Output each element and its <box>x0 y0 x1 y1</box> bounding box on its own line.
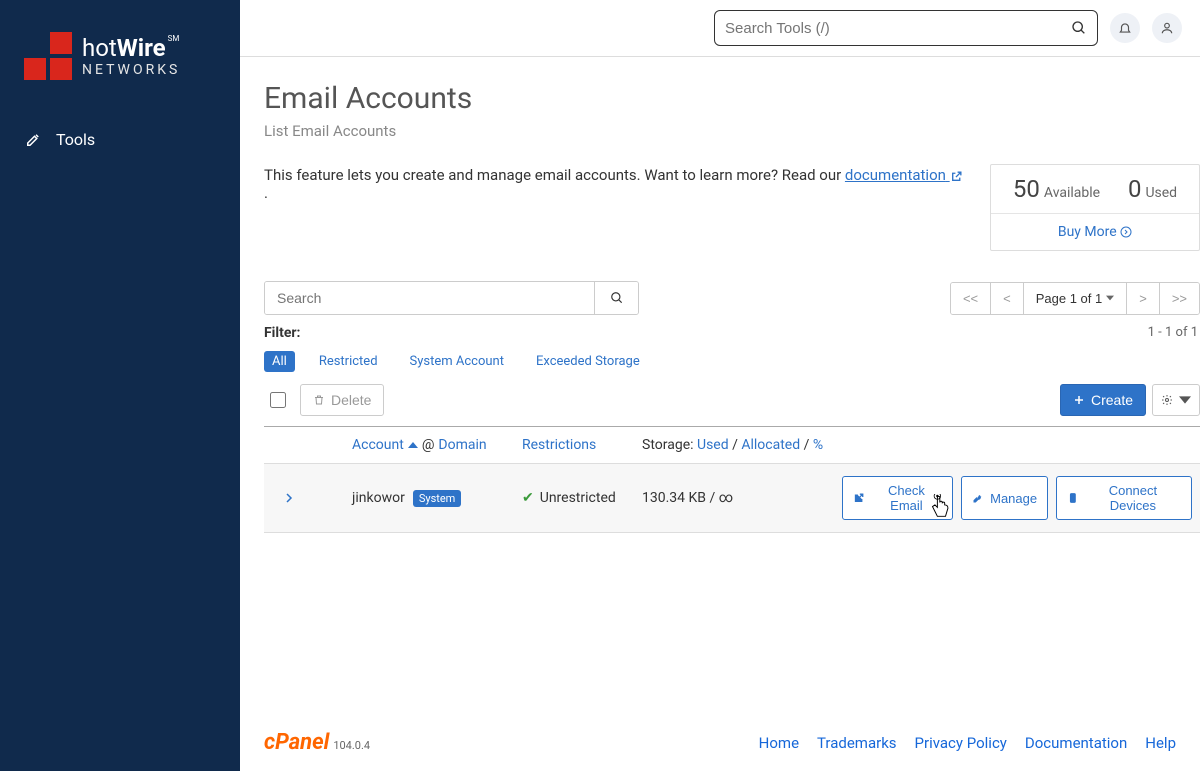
chevron-right-icon <box>283 492 295 504</box>
footer-docs[interactable]: Documentation <box>1025 734 1127 752</box>
filter-system[interactable]: System Account <box>402 351 512 372</box>
plus-icon <box>1073 394 1085 406</box>
pager-prev[interactable]: < <box>991 283 1024 314</box>
bell-icon <box>1118 21 1132 35</box>
cell-account: jinkowor System <box>344 490 514 507</box>
system-badge: System <box>413 490 462 507</box>
table-row: jinkowor System ✔Unrestricted 130.34 KB … <box>264 463 1200 533</box>
check-email-button[interactable]: Check Email <box>842 476 953 520</box>
account-search-input[interactable] <box>265 282 594 314</box>
sidebar-item-tools[interactable]: Tools <box>0 116 240 163</box>
filter-label: Filter: <box>264 325 648 341</box>
create-button[interactable]: Create <box>1060 384 1146 416</box>
buy-more-link[interactable]: Buy More <box>1058 224 1132 240</box>
cell-restrictions: ✔Unrestricted <box>514 490 634 506</box>
trash-icon <box>313 394 325 406</box>
accounts-table: Account @ Domain Restrictions Storage: U… <box>264 426 1200 533</box>
filter-all[interactable]: All <box>264 351 295 372</box>
wrench-icon <box>24 131 42 149</box>
connect-devices-button[interactable]: Connect Devices <box>1056 476 1192 520</box>
pagination: << < Page 1 of 1 > >> <box>950 282 1200 315</box>
sort-percent[interactable]: % <box>813 437 823 453</box>
caret-down-icon <box>1179 394 1191 406</box>
pager-first[interactable]: << <box>951 283 991 314</box>
cpanel-logo: cPanel 104.0.4 <box>264 730 370 755</box>
page-title: Email Accounts <box>264 81 1200 116</box>
documentation-link[interactable]: documentation <box>845 166 963 184</box>
brand-text-2: NETWORKS <box>82 62 180 78</box>
user-button[interactable] <box>1152 13 1182 43</box>
footer: cPanel 104.0.4 Home Trademarks Privacy P… <box>240 713 1200 771</box>
caret-down-icon <box>1106 294 1114 302</box>
select-all-checkbox[interactable] <box>270 392 286 408</box>
sort-allocated[interactable]: Allocated <box>741 437 800 453</box>
stat-available: 50Available <box>1013 175 1100 203</box>
intro-suffix: . <box>264 184 268 202</box>
wrench-icon <box>972 492 984 504</box>
brand-text-1a: hot <box>82 34 117 62</box>
external-link-icon <box>950 170 963 183</box>
result-range: 1 - 1 of 1 <box>1148 325 1200 340</box>
footer-home[interactable]: Home <box>759 734 799 752</box>
pager-current[interactable]: Page 1 of 1 <box>1024 283 1128 314</box>
arrow-right-circle-icon <box>1120 226 1132 238</box>
sort-used[interactable]: Used <box>697 437 729 453</box>
cell-storage: 130.34 KB / ∞ <box>634 490 834 506</box>
gear-icon <box>1161 394 1173 406</box>
header-storage: Storage: Used / Allocated / % <box>634 437 834 453</box>
search-icon <box>1071 20 1087 36</box>
delete-button[interactable]: Delete <box>300 384 384 416</box>
account-search[interactable] <box>264 281 639 315</box>
brand-text-1b: Wire <box>117 34 166 62</box>
topbar <box>240 0 1200 57</box>
check-icon: ✔ <box>522 490 534 506</box>
stats-panel: 50Available 0Used Buy More <box>990 164 1200 251</box>
footer-trademarks[interactable]: Trademarks <box>817 734 897 752</box>
header-restrictions[interactable]: Restrictions <box>514 437 634 453</box>
expand-row[interactable] <box>264 492 314 504</box>
filter-restricted[interactable]: Restricted <box>311 351 386 372</box>
main: Email Accounts List Email Accounts This … <box>240 0 1200 771</box>
manage-button[interactable]: Manage <box>961 476 1048 520</box>
pager-next[interactable]: > <box>1127 283 1160 314</box>
footer-help[interactable]: Help <box>1145 734 1176 752</box>
pager-last[interactable]: >> <box>1160 283 1199 314</box>
notifications-button[interactable] <box>1110 13 1140 43</box>
filter-exceeded[interactable]: Exceeded Storage <box>528 351 648 372</box>
page-subtitle: List Email Accounts <box>264 122 1200 140</box>
search-icon <box>610 291 624 305</box>
stat-used: 0Used <box>1128 175 1177 203</box>
table-header: Account @ Domain Restrictions Storage: U… <box>264 427 1200 463</box>
external-link-icon <box>853 492 865 504</box>
settings-button[interactable] <box>1152 384 1200 416</box>
sidebar-item-label: Tools <box>56 130 95 149</box>
header-account[interactable]: Account @ Domain <box>344 437 514 453</box>
search-tools-input[interactable] <box>725 20 1071 37</box>
sort-asc-icon <box>408 440 418 450</box>
user-icon <box>1160 21 1174 35</box>
account-search-button[interactable] <box>594 282 638 314</box>
brand-logo: hotWireSM NETWORKS <box>0 0 240 116</box>
footer-privacy[interactable]: Privacy Policy <box>915 734 1007 752</box>
intro-prefix: This feature lets you create and manage … <box>264 166 845 184</box>
intro-text: This feature lets you create and manage … <box>264 164 970 202</box>
logo-icon <box>24 32 72 80</box>
sidebar: hotWireSM NETWORKS Tools <box>0 0 240 771</box>
mobile-icon <box>1067 492 1079 504</box>
search-tools[interactable] <box>714 10 1098 46</box>
